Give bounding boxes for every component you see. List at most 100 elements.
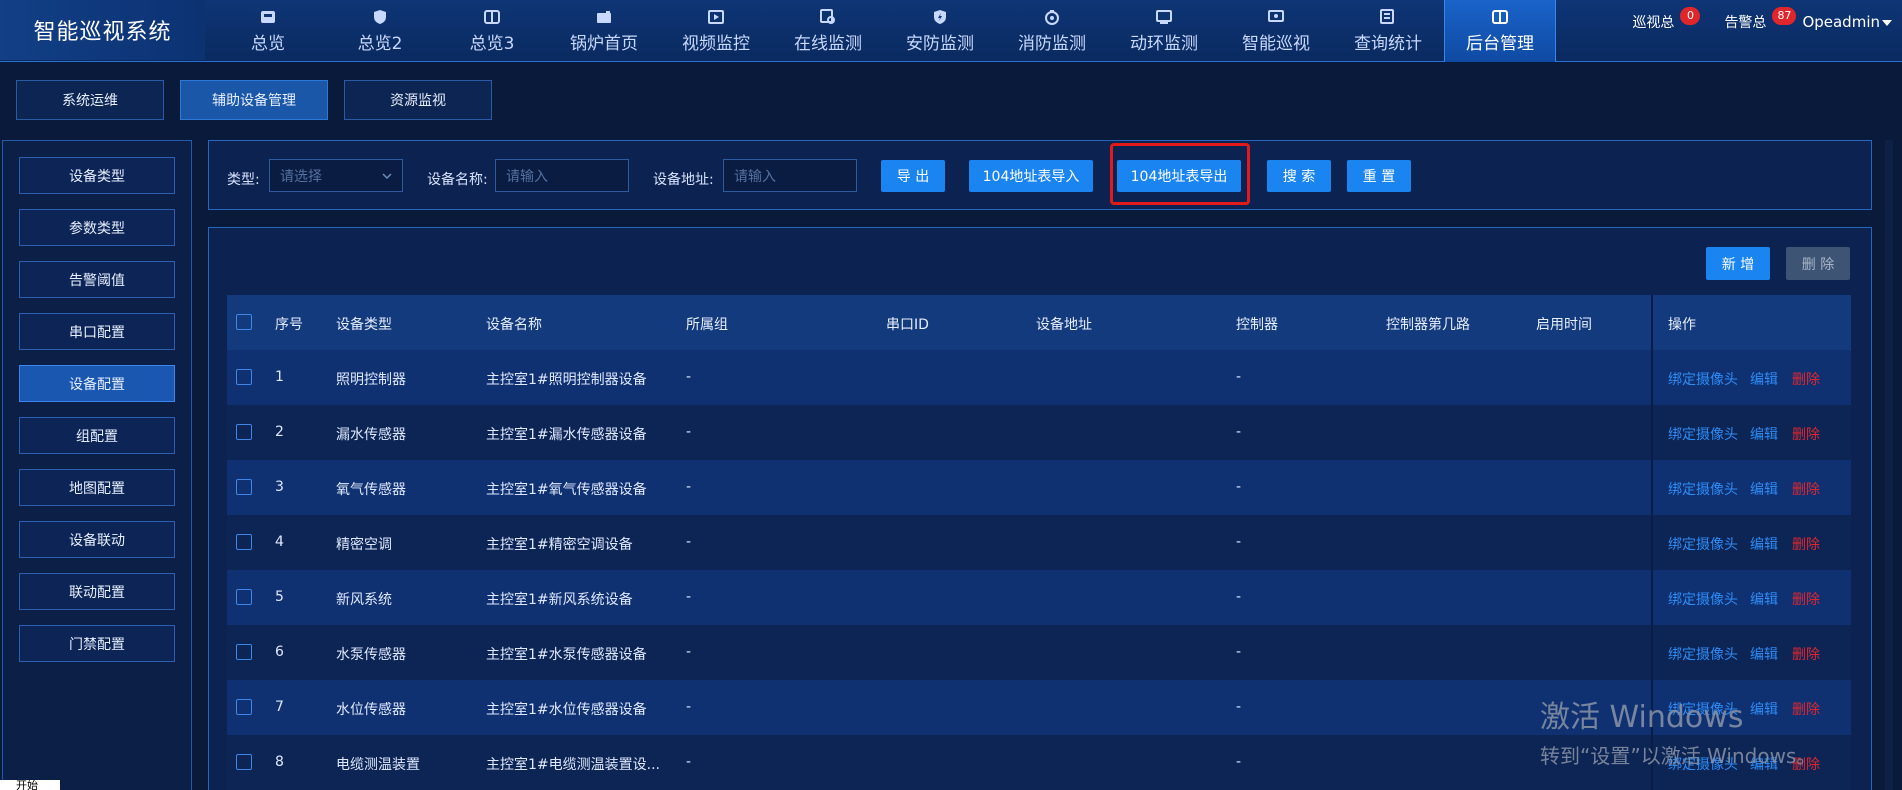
bind-camera-link[interactable]: 绑定摄像头 xyxy=(1668,589,1738,609)
edit-link[interactable]: 编辑 xyxy=(1750,589,1778,609)
sidebar-item-map-config[interactable]: 地图配置 xyxy=(19,469,175,506)
row-checkbox[interactable] xyxy=(236,644,252,660)
add-button[interactable]: 新 增 xyxy=(1706,247,1770,280)
bind-camera-link[interactable]: 绑定摄像头 xyxy=(1668,369,1738,389)
type-select[interactable]: 请选择 xyxy=(269,159,403,192)
alarm-total-label[interactable]: 告警总 xyxy=(1724,12,1766,32)
delete-link[interactable]: 删除 xyxy=(1792,644,1820,664)
sidebar-item-device-linkage[interactable]: 设备联动 xyxy=(19,521,175,558)
col-device-address: 设备地址 xyxy=(1036,317,1092,333)
user-menu[interactable]: Opeadmin xyxy=(1802,13,1892,31)
row-checkbox[interactable] xyxy=(236,424,252,440)
col-device-name: 设备名称 xyxy=(486,317,542,333)
table-row: 1 照明控制器 主控室1#照明控制器设备 - - 绑定摄像头 编辑 删除 xyxy=(227,350,1851,405)
edit-link[interactable]: 编辑 xyxy=(1750,534,1778,554)
bind-camera-link[interactable]: 绑定摄像头 xyxy=(1668,479,1738,499)
col-serial-id: 串口ID xyxy=(886,317,929,333)
row-checkbox[interactable] xyxy=(236,699,252,715)
delete-link[interactable]: 删除 xyxy=(1792,479,1820,499)
sidebar-item-device-type[interactable]: 设备类型 xyxy=(19,157,175,194)
reset-button[interactable]: 重 置 xyxy=(1347,160,1411,192)
edit-link[interactable]: 编辑 xyxy=(1750,644,1778,664)
row-checkbox[interactable] xyxy=(236,369,252,385)
fire-icon xyxy=(1042,8,1062,26)
row-checkbox[interactable] xyxy=(236,589,252,605)
patrol-total-label[interactable]: 巡视总 xyxy=(1632,12,1674,32)
sidebar-item-device-config[interactable]: 设备配置 xyxy=(19,365,175,402)
cell-device-name: 主控室1#水位传感器设备 xyxy=(486,702,647,718)
type-label: 类型: xyxy=(227,172,260,188)
shield-icon xyxy=(370,8,390,26)
nav-item-online[interactable]: 在线监测 xyxy=(772,0,884,62)
search-button[interactable]: 搜 索 xyxy=(1267,160,1331,192)
bind-camera-link[interactable]: 绑定摄像头 xyxy=(1668,424,1738,444)
row-checkbox[interactable] xyxy=(236,754,252,770)
patrol-count-badge: 0 xyxy=(1680,7,1701,25)
scrollbar[interactable] xyxy=(1885,140,1893,790)
cell-group: - xyxy=(686,699,692,715)
edit-link[interactable]: 编辑 xyxy=(1750,479,1778,499)
sidebar-item-access-config[interactable]: 门禁配置 xyxy=(19,625,175,662)
cell-group: - xyxy=(686,479,692,495)
sidebar-item-param-type[interactable]: 参数类型 xyxy=(19,209,175,246)
device-name-input[interactable]: 请输入 xyxy=(495,159,629,192)
sidebar-item-linkage-config[interactable]: 联动配置 xyxy=(19,573,175,610)
cell-controller: - xyxy=(1236,644,1242,660)
nav-item-label: 查询统计 xyxy=(1354,34,1422,54)
nav-item-label: 视频监控 xyxy=(682,34,750,54)
cell-device-name: 主控室1#水泵传感器设备 xyxy=(486,647,647,663)
row-checkbox[interactable] xyxy=(236,479,252,495)
type-select-placeholder: 请选择 xyxy=(280,168,322,185)
export-button[interactable]: 导 出 xyxy=(881,160,945,192)
col-index: 序号 xyxy=(275,317,303,333)
main-nav: 总览 总览2 总览3 锅炉首页 视频监控 在线监测 安防监测 消防监测 动环监测… xyxy=(212,0,1556,62)
nav-item-overview2[interactable]: 总览2 xyxy=(324,0,436,62)
nav-item-fire[interactable]: 消防监测 xyxy=(996,0,1108,62)
tab-system-ops[interactable]: 系统运维 xyxy=(16,80,164,120)
bind-camera-link[interactable]: 绑定摄像头 xyxy=(1668,534,1738,554)
cell-device-type: 照明控制器 xyxy=(336,372,406,388)
cell-group: - xyxy=(686,589,692,605)
nav-item-stats[interactable]: 查询统计 xyxy=(1332,0,1444,62)
delete-link[interactable]: 删除 xyxy=(1792,424,1820,444)
delete-button[interactable]: 删 除 xyxy=(1786,247,1850,280)
nav-item-patrol[interactable]: 智能巡视 xyxy=(1220,0,1332,62)
nav-item-label: 智能巡视 xyxy=(1242,34,1310,54)
cell-device-type: 精密空调 xyxy=(336,537,392,553)
nav-item-video[interactable]: 视频监控 xyxy=(660,0,772,62)
nav-item-boiler[interactable]: 锅炉首页 xyxy=(548,0,660,62)
edit-link[interactable]: 编辑 xyxy=(1750,424,1778,444)
env-icon xyxy=(1154,8,1174,26)
nav-item-admin[interactable]: 后台管理 xyxy=(1444,0,1556,62)
cell-index: 6 xyxy=(275,644,284,660)
nav-item-label: 动环监测 xyxy=(1130,34,1198,54)
cell-group: - xyxy=(686,534,692,550)
sidebar-item-alarm-threshold[interactable]: 告警阈值 xyxy=(19,261,175,298)
select-all-checkbox[interactable] xyxy=(236,314,252,330)
nav-item-security[interactable]: 安防监测 xyxy=(884,0,996,62)
nav-item-label: 总览2 xyxy=(357,34,403,54)
tab-aux-device-mgmt[interactable]: 辅助设备管理 xyxy=(180,80,328,120)
tab-resource-monitor[interactable]: 资源监视 xyxy=(344,80,492,120)
cell-device-name: 主控室1#电缆测温装置设... xyxy=(486,757,660,773)
nav-item-env[interactable]: 动环监测 xyxy=(1108,0,1220,62)
col-device-type: 设备类型 xyxy=(336,317,392,333)
import-104-button[interactable]: 104地址表导入 xyxy=(969,160,1093,192)
cell-group: - xyxy=(686,424,692,440)
delete-link[interactable]: 删除 xyxy=(1792,534,1820,554)
edit-link[interactable]: 编辑 xyxy=(1750,369,1778,389)
nav-item-overview3[interactable]: 总览3 xyxy=(436,0,548,62)
sidebar: 设备类型 参数类型 告警阈值 串口配置 设备配置 组配置 地图配置 设备联动 联… xyxy=(2,140,192,790)
cell-index: 2 xyxy=(275,424,284,440)
delete-link[interactable]: 删除 xyxy=(1792,589,1820,609)
device-address-input[interactable]: 请输入 xyxy=(723,159,857,192)
delete-link[interactable]: 删除 xyxy=(1792,369,1820,389)
monitor-search-icon xyxy=(818,8,838,26)
sidebar-item-serial-config[interactable]: 串口配置 xyxy=(19,313,175,350)
user-name: Opeadmin xyxy=(1802,13,1880,31)
nav-item-overview[interactable]: 总览 xyxy=(212,0,324,62)
watermark-line1: 激活 Windows xyxy=(1540,700,1744,735)
bind-camera-link[interactable]: 绑定摄像头 xyxy=(1668,644,1738,664)
row-checkbox[interactable] xyxy=(236,534,252,550)
sidebar-item-group-config[interactable]: 组配置 xyxy=(19,417,175,454)
